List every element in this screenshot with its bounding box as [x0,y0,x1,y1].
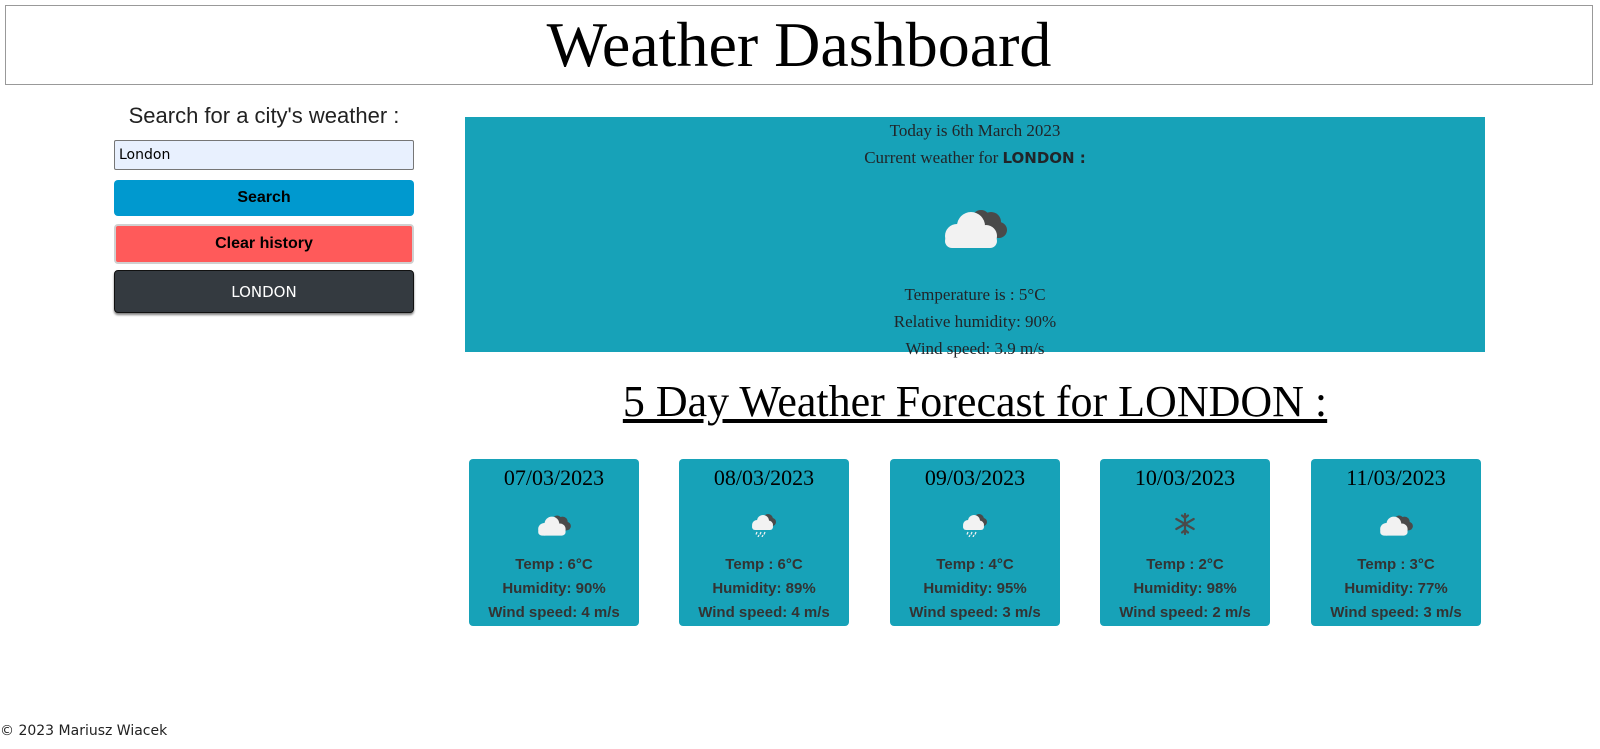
current-weather-panel: Today is 6th March 2023 Current weather … [465,117,1485,358]
forecast-card: 07/03/2023 Temp : 6°C Humidity: 90% Wind… [469,459,639,626]
current-weather-heading: Current weather for LONDON : [465,144,1485,171]
forecast-cards: 07/03/2023 Temp : 6°C Humidity: 90% Wind… [469,459,1481,626]
forecast-temp: Temp : 6°C [725,556,803,573]
forecast-date: 09/03/2023 [924,465,1026,490]
history-city-button[interactable]: LONDON [114,270,414,313]
forecast-card: 11/03/2023 Temp : 3°C Humidity: 77% Wind… [1311,459,1481,626]
forecast-humidity: Humidity: 90% [502,580,606,597]
search-button[interactable]: Search [114,180,414,216]
forecast-temp: Temp : 6°C [515,556,593,573]
search-panel: Search for a city's weather : Search Cle… [114,100,414,313]
forecast-date: 11/03/2023 [1346,465,1446,490]
forecast-wind: Wind speed: 4 m/s [698,604,830,621]
page-title: Weather Dashboard [546,9,1052,80]
forecast-temp: Temp : 2°C [1146,556,1224,573]
cloudy-icon [1311,495,1481,553]
forecast-temp: Temp : 3°C [1357,556,1435,573]
forecast-wind: Wind speed: 3 m/s [1330,604,1462,621]
forecast-title: 5 Day Weather Forecast for LONDON : [622,377,1328,426]
current-city-name: LONDON : [1002,149,1086,167]
forecast-wind: Wind speed: 3 m/s [909,604,1041,621]
rain-icon [679,495,849,553]
forecast-humidity: Humidity: 95% [923,580,1027,597]
footer-copyright: © 2023 Mariusz Wiacek [0,723,168,739]
cloudy-icon [469,495,639,553]
forecast-wind: Wind speed: 2 m/s [1119,604,1251,621]
forecast-wind: Wind speed: 4 m/s [488,604,620,621]
current-weather-prefix: Current weather for [864,148,999,167]
current-temperature: Temperature is : 5°C [904,285,1046,304]
forecast-humidity: Humidity: 98% [1133,580,1237,597]
current-date: Today is 6th March 2023 [889,121,1061,140]
rain-icon [890,495,1060,553]
forecast-temp: Temp : 4°C [936,556,1014,573]
forecast-date: 07/03/2023 [503,465,605,490]
forecast-humidity: Humidity: 89% [712,580,816,597]
forecast-date: 08/03/2023 [713,465,815,490]
current-wind: Wind speed: 3.9 m/s [905,339,1045,358]
current-humidity: Relative humidity: 90% [893,312,1057,331]
search-title: Search for a city's weather : [128,103,400,128]
forecast-card: 08/03/2023 Temp : 6°C Humidity: 89% Wind… [679,459,849,626]
page-header: Weather Dashboard [5,5,1593,85]
city-search-input[interactable] [114,140,414,170]
cloudy-icon [465,171,1485,281]
forecast-card: 10/03/2023 Temp : 2°C Humidity: 98% Wind… [1100,459,1270,626]
snow-icon [1100,495,1270,553]
forecast-date: 10/03/2023 [1134,465,1236,490]
forecast-humidity: Humidity: 77% [1344,580,1448,597]
clear-history-button[interactable]: Clear history [114,224,414,264]
forecast-card: 09/03/2023 Temp : 4°C Humidity: 95% Wind… [890,459,1060,626]
